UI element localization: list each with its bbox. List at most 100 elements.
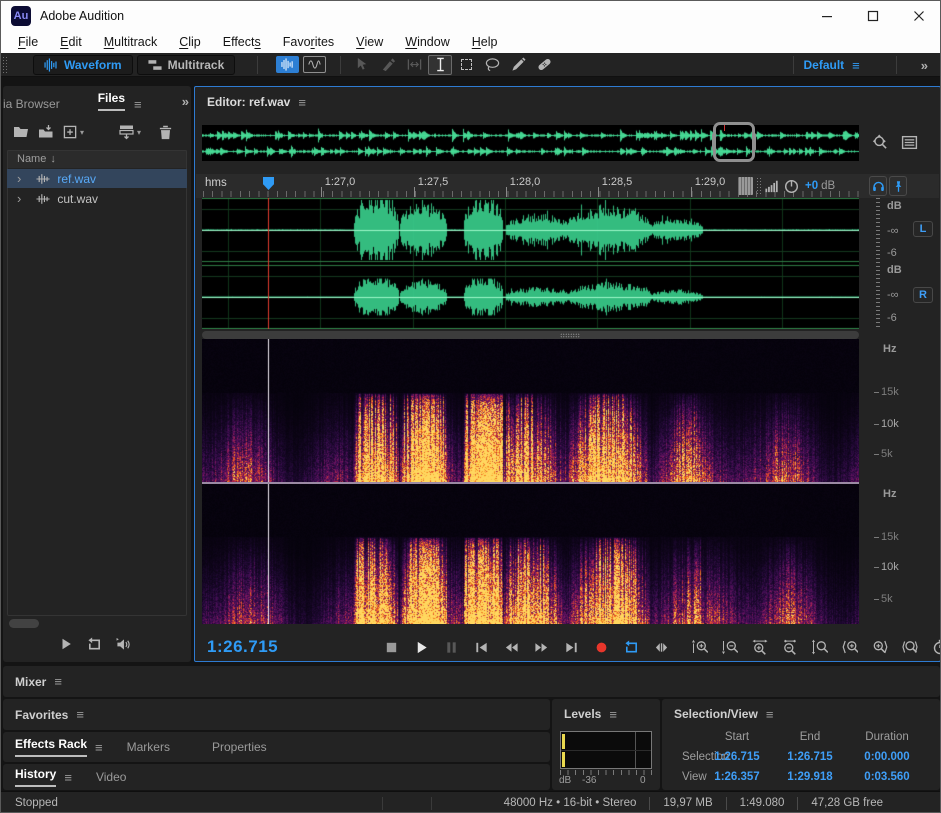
levels-title[interactable]: Levels	[564, 707, 601, 721]
view-end-value[interactable]: 1:29.918	[770, 771, 850, 783]
left-channel-button[interactable]: L	[913, 221, 933, 237]
pause-button[interactable]	[441, 637, 462, 658]
waveform-view-button[interactable]: Waveform	[33, 55, 133, 75]
tab-properties[interactable]: Properties	[212, 740, 267, 754]
show-waveform-toggle[interactable]	[276, 56, 299, 73]
zoom-selection-right-handle[interactable]	[752, 133, 756, 151]
insert-into-multitrack-button[interactable]	[119, 124, 135, 140]
marquee-selection-tool-button[interactable]	[454, 55, 478, 75]
preview-autoplay-button[interactable]	[116, 637, 131, 652]
preview-loop-button[interactable]	[87, 637, 102, 652]
preview-play-button[interactable]	[59, 637, 73, 651]
tab-favorites[interactable]: Favorites	[15, 708, 68, 722]
menu-item-clip[interactable]: Clip	[168, 31, 212, 53]
workspace-selector[interactable]: Default	[804, 58, 845, 72]
right-channel-button[interactable]: R	[913, 287, 933, 303]
workspace-menu-icon[interactable]: ≡	[852, 59, 860, 72]
editor-panel-menu-icon[interactable]: ≡	[298, 96, 306, 109]
loop-playback-button[interactable]	[621, 637, 642, 658]
volume-meter-icon[interactable]	[765, 179, 779, 193]
skip-to-start-button[interactable]	[471, 637, 492, 658]
lasso-selection-tool-button[interactable]	[480, 55, 504, 75]
open-file-button[interactable]	[13, 124, 29, 140]
timeline-ruler[interactable]: hms 1:27,0 1:27,5 1:28,0 1:28,5 1:29,0 +…	[196, 174, 939, 198]
spectrogram-left[interactable]	[202, 339, 859, 482]
menu-item-multitrack[interactable]: Multitrack	[93, 31, 169, 53]
files-panel-overflow-icon[interactable]: »	[182, 94, 189, 109]
ruler-grip[interactable]	[756, 177, 762, 195]
tab-video[interactable]: Video	[96, 770, 126, 784]
insert-dropdown-icon[interactable]: ▾	[137, 128, 141, 137]
slip-tool-button[interactable]	[402, 55, 426, 75]
menu-item-window[interactable]: Window	[394, 31, 460, 53]
overview-waveform[interactable]	[202, 125, 859, 161]
stop-button[interactable]	[381, 637, 402, 658]
skip-selection-button[interactable]	[651, 637, 672, 658]
maximize-button[interactable]	[850, 1, 896, 31]
time-display[interactable]: 1:26.715	[207, 637, 278, 657]
zoom-in-amplitude-button[interactable]	[689, 637, 710, 658]
view-duration-value[interactable]: 0:03.560	[847, 771, 927, 783]
ruler-scrollbar[interactable]	[738, 177, 753, 195]
files-name-column-header[interactable]: Name ↓	[7, 150, 187, 168]
move-tool-button[interactable]	[350, 55, 374, 75]
file-row-cut[interactable]: › cut.wav	[7, 189, 187, 208]
spectrogram-right[interactable]	[202, 484, 859, 624]
favorites-panel-menu-icon[interactable]: ≡	[76, 708, 84, 721]
zoom-out-amplitude-button[interactable]	[719, 637, 740, 658]
skip-to-end-button[interactable]	[561, 637, 582, 658]
tab-files[interactable]: Files	[98, 91, 125, 111]
tab-effects-rack[interactable]: Effects Rack	[15, 737, 87, 757]
expand-chevron-icon[interactable]: ›	[17, 191, 21, 206]
tab-markers[interactable]: Markers	[127, 740, 170, 754]
effects-rack-menu-icon[interactable]: ≡	[95, 741, 103, 754]
import-file-button[interactable]	[38, 124, 54, 140]
expand-chevron-icon[interactable]: ›	[17, 171, 21, 186]
timer-record-button[interactable]	[929, 637, 941, 658]
mixer-panel-menu-icon[interactable]: ≡	[54, 675, 62, 688]
pin-button[interactable]	[889, 176, 907, 196]
zoom-full-button[interactable]	[809, 637, 830, 658]
overview-options-icon[interactable]	[901, 134, 918, 151]
razor-tool-button[interactable]	[376, 55, 400, 75]
files-panel-menu-icon[interactable]: ≡	[134, 98, 142, 111]
zoom-selection-left-handle[interactable]	[712, 133, 716, 151]
file-row-ref[interactable]: › ref.wav	[7, 169, 187, 188]
view-start-value[interactable]: 1:26.357	[697, 771, 777, 783]
spot-healing-brush-tool-button[interactable]	[532, 55, 556, 75]
zoom-out-time-button[interactable]	[779, 637, 800, 658]
zoom-to-selection-button[interactable]	[899, 637, 920, 658]
new-file-dropdown-icon[interactable]: ▾	[80, 128, 84, 137]
files-horizontal-scrollbar[interactable]	[9, 619, 39, 628]
minimize-button[interactable]	[804, 1, 850, 31]
record-button[interactable]	[591, 637, 612, 658]
selection-view-menu-icon[interactable]: ≡	[766, 708, 774, 721]
close-button[interactable]	[896, 1, 941, 31]
menu-item-view[interactable]: View	[345, 31, 394, 53]
overview-zoom-selection[interactable]	[713, 122, 755, 162]
monitor-button[interactable]	[869, 176, 887, 196]
gain-value[interactable]: +0	[805, 180, 818, 192]
selection-start-value[interactable]: 1:26.715	[697, 751, 777, 763]
gain-knob-icon[interactable]	[784, 179, 799, 194]
waveform-horizontal-scrollbar[interactable]	[202, 331, 859, 339]
menu-item-effects[interactable]: Effects	[212, 31, 272, 53]
new-file-button[interactable]	[63, 125, 78, 140]
tab-media-browser[interactable]: ia Browser	[3, 97, 60, 111]
zoom-out-point-button[interactable]	[869, 637, 890, 658]
time-selection-tool-button[interactable]	[428, 55, 452, 75]
zoom-in-point-button[interactable]	[839, 637, 860, 658]
selection-end-value[interactable]: 1:26.715	[770, 751, 850, 763]
waveform-display[interactable]	[202, 198, 859, 329]
menu-item-favorites[interactable]: Favorites	[272, 31, 345, 53]
menu-item-file[interactable]: File	[7, 31, 49, 53]
zoom-in-time-button[interactable]	[749, 637, 770, 658]
overview-zoom-icon[interactable]	[872, 134, 889, 151]
rewind-button[interactable]	[501, 637, 522, 658]
tab-history[interactable]: History	[15, 767, 56, 787]
play-button[interactable]	[411, 637, 432, 658]
levels-panel-menu-icon[interactable]: ≡	[609, 708, 617, 721]
multitrack-view-button[interactable]: Multitrack	[137, 55, 236, 75]
tab-mixer[interactable]: Mixer	[15, 675, 46, 689]
selection-duration-value[interactable]: 0:00.000	[847, 751, 927, 763]
